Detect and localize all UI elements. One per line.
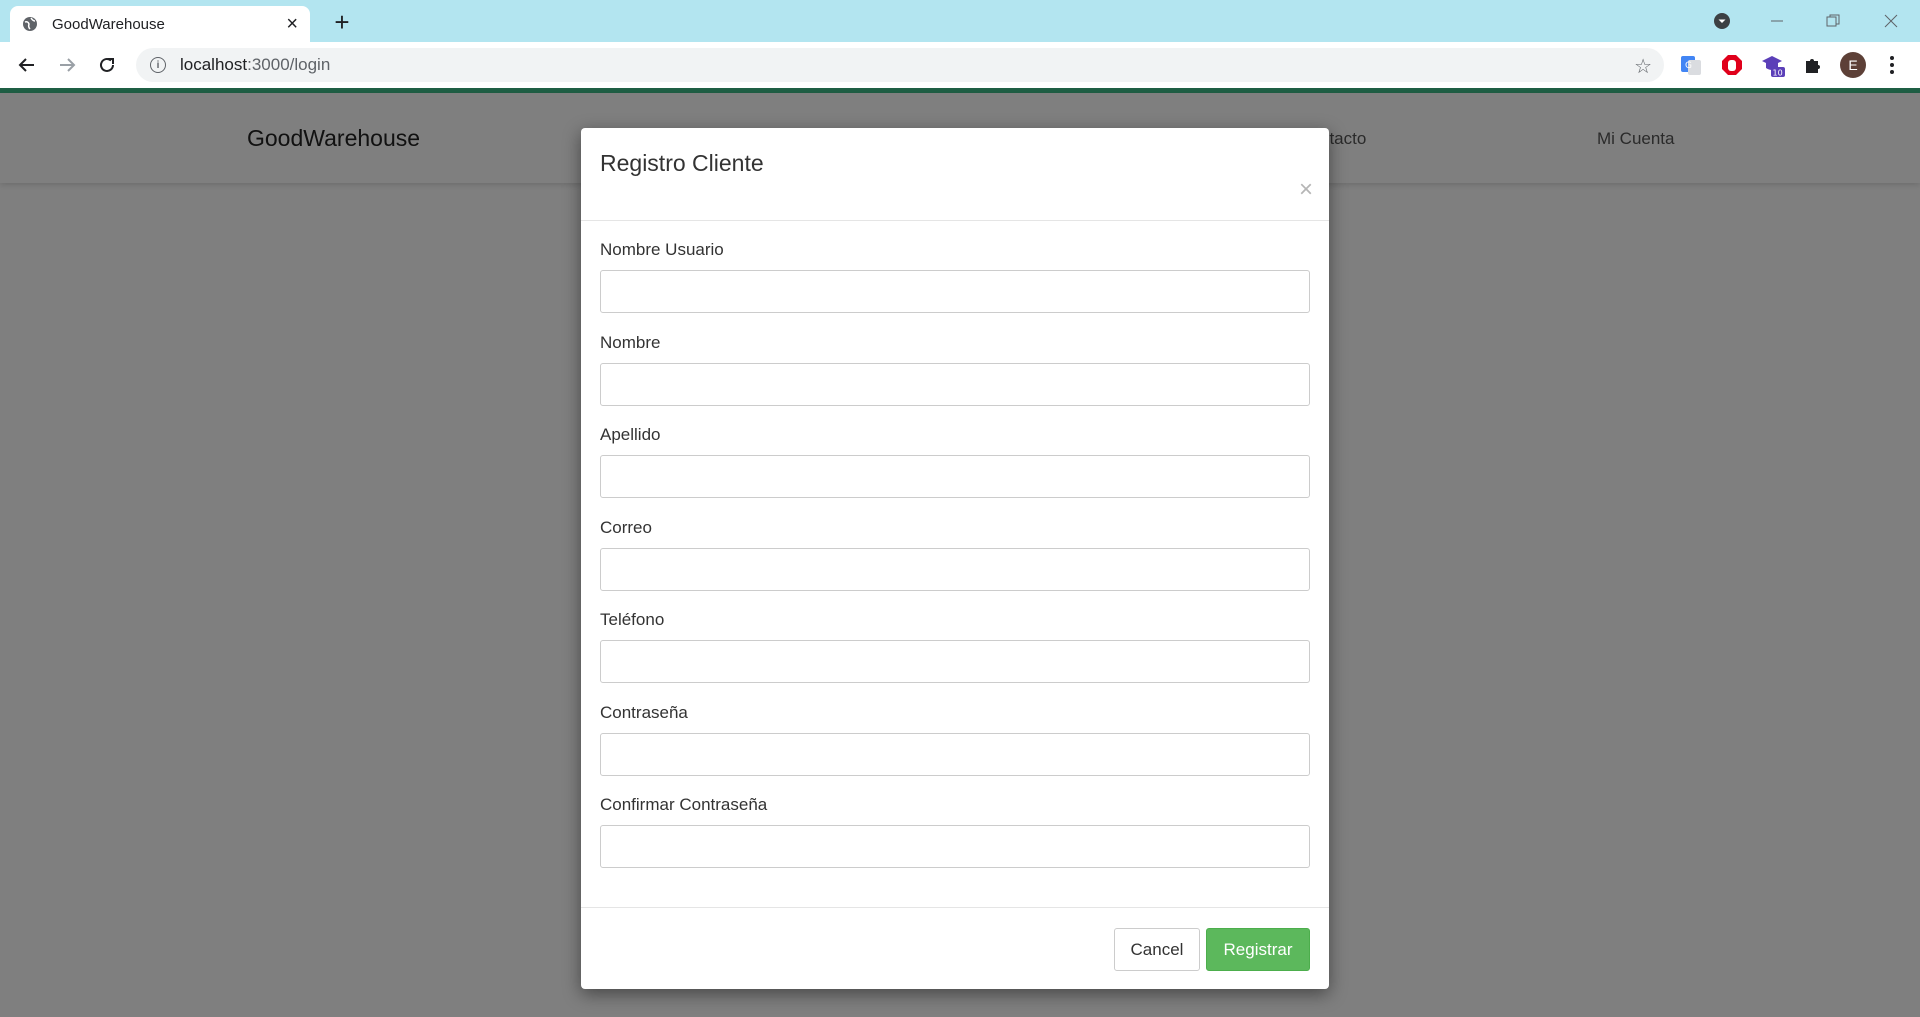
reload-icon[interactable] (91, 49, 123, 81)
confirm-password-label: Confirmar Contraseña (600, 795, 768, 814)
first-name-input[interactable] (600, 362, 1310, 406)
password-input[interactable] (600, 732, 1310, 776)
tab-close-icon[interactable]: × (286, 14, 298, 34)
google-translate-icon[interactable]: G (1677, 51, 1705, 79)
form-group-last-name: Apellido (600, 425, 1310, 518)
minimize-icon[interactable] (1762, 6, 1792, 36)
modal-footer: Cancel Registrar (581, 907, 1329, 989)
email-input[interactable] (600, 547, 1310, 591)
url-text: localhost:3000/login (180, 55, 331, 74)
profile-avatar[interactable]: E (1840, 52, 1866, 78)
browser-menu-icon[interactable] (1882, 51, 1902, 79)
password-label: Contraseña (600, 702, 688, 722)
new-tab-button[interactable]: + (326, 6, 358, 38)
tab-title: GoodWarehouse (52, 15, 165, 33)
adblock-icon[interactable] (1718, 51, 1746, 79)
modal-title: Registro Cliente (600, 150, 764, 176)
modal-header: Registro Cliente × (581, 128, 1329, 221)
first-name-label: Nombre (600, 332, 661, 352)
register-button[interactable]: Registrar (1206, 928, 1310, 971)
form-group-username: Nombre Usuario (600, 240, 1310, 333)
cancel-button[interactable]: Cancel (1114, 928, 1200, 971)
restore-icon[interactable] (1818, 6, 1848, 36)
site-info-icon[interactable]: i (150, 57, 166, 73)
svg-text:10: 10 (1773, 69, 1783, 78)
svg-text:G: G (1685, 61, 1692, 71)
graduation-cap-icon[interactable]: 10 (1759, 51, 1787, 79)
register-form: Nombre Usuario Nombre Apellido Correo Te… (600, 240, 1310, 888)
username-label: Nombre Usuario (600, 240, 724, 259)
last-name-input[interactable] (600, 455, 1310, 498)
modal-close-icon[interactable]: × (1299, 178, 1313, 202)
forward-icon[interactable] (51, 49, 83, 81)
extensions-puzzle-icon[interactable] (1799, 51, 1827, 79)
phone-label: Teléfono (600, 610, 665, 629)
browser-toolbar: i localhost:3000/login ☆ G 10 E (0, 42, 1920, 88)
globe-icon (22, 16, 38, 32)
address-bar[interactable]: i localhost:3000/login ☆ (136, 48, 1664, 82)
register-modal: Registro Cliente × Nombre Usuario Nombre… (581, 128, 1329, 989)
form-group-first-name: Nombre (600, 333, 1310, 426)
bookmark-star-icon[interactable]: ☆ (1634, 54, 1652, 79)
tab-search-icon[interactable] (1708, 6, 1736, 36)
form-group-phone: Teléfono (600, 610, 1310, 703)
confirm-password-input[interactable] (600, 825, 1310, 868)
phone-input[interactable] (600, 640, 1310, 683)
browser-tabstrip: GoodWarehouse × + (0, 0, 1920, 42)
window-close-icon[interactable] (1876, 6, 1906, 36)
form-group-email: Correo (600, 518, 1310, 611)
back-icon[interactable] (11, 49, 43, 81)
form-group-password: Contraseña (600, 703, 1310, 796)
last-name-label: Apellido (600, 425, 661, 444)
form-group-confirm-password: Confirmar Contraseña (600, 795, 1310, 888)
email-label: Correo (600, 517, 652, 537)
browser-tab[interactable]: GoodWarehouse × (10, 6, 310, 42)
username-input[interactable] (600, 270, 1310, 313)
